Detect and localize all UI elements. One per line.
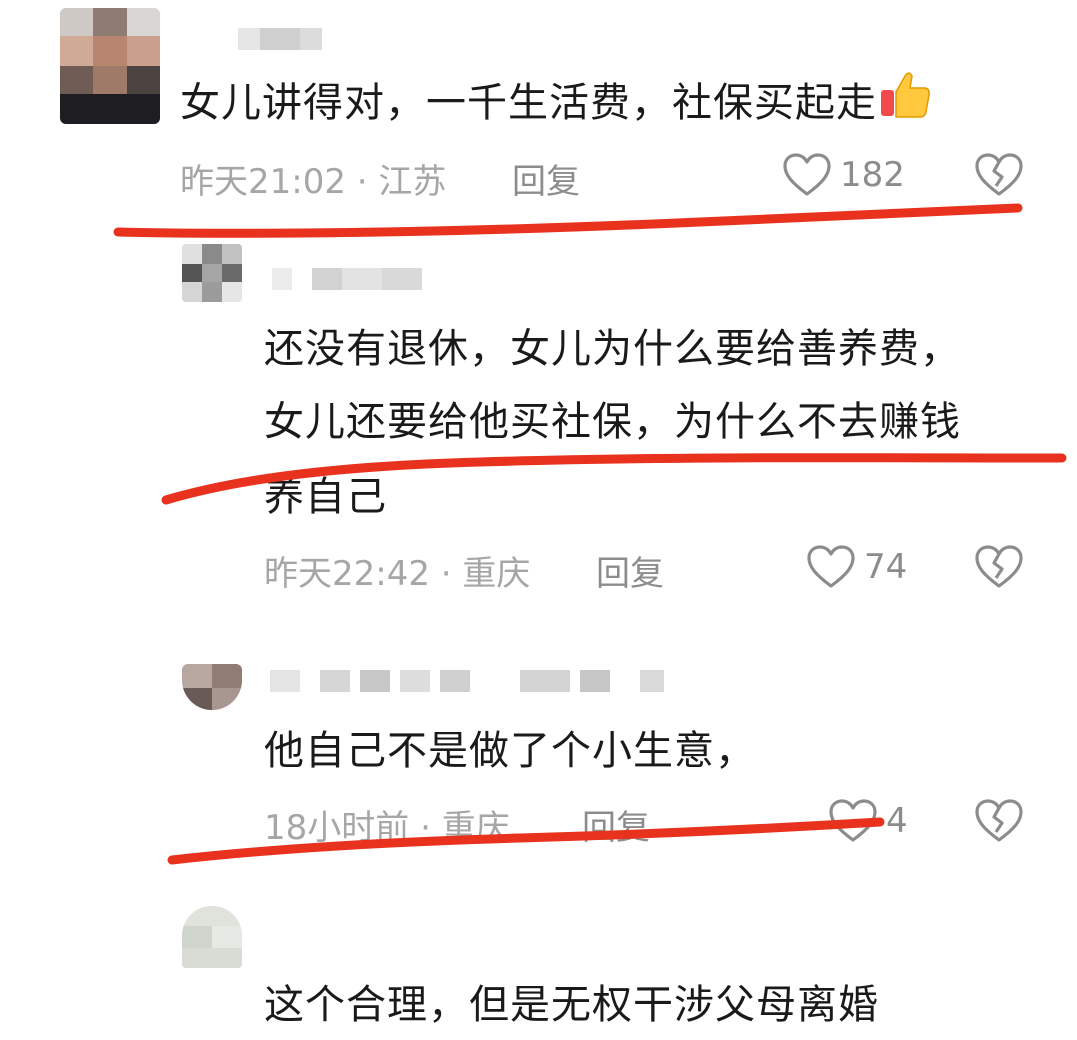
reply-button[interactable]: 回复 <box>596 546 664 595</box>
comment-text: 女儿讲得对，一千生活费，社保买起走 <box>180 68 931 142</box>
reply-button[interactable]: 回复 <box>582 800 650 849</box>
comment-text: 这个合理，但是无权干涉父母离婚 <box>264 982 879 1028</box>
comment-time: 昨天21:02 <box>180 162 346 202</box>
comment-text-line-1: 还没有退休，女儿为什么要给善养费， <box>264 326 961 372</box>
comment-meta: 昨天21:02 · 江苏 <box>180 154 446 203</box>
dislike-button[interactable] <box>974 152 1024 202</box>
comment-location: 江苏 <box>378 162 447 202</box>
reply-button[interactable]: 回复 <box>512 154 580 203</box>
heart-outline-icon <box>829 799 877 842</box>
comment-location: 重庆 <box>441 808 510 848</box>
like-button[interactable]: 74 <box>806 544 907 590</box>
username-blurred[interactable] <box>272 268 422 290</box>
heart-outline-icon <box>807 545 855 588</box>
comment-meta: 昨天22:42 · 重庆 <box>264 546 530 595</box>
red-underline-1 <box>113 203 1023 238</box>
broken-heart-icon <box>975 799 1023 842</box>
comment-meta: 18小时前 · 重庆 <box>264 800 510 849</box>
broken-heart-icon <box>975 545 1023 588</box>
like-button[interactable]: 182 <box>782 152 905 198</box>
dislike-button[interactable] <box>974 798 1024 848</box>
like-button[interactable]: 4 <box>828 798 908 844</box>
username-blurred[interactable] <box>238 28 328 50</box>
avatar[interactable] <box>182 906 242 968</box>
avatar[interactable] <box>182 244 242 302</box>
avatar[interactable] <box>182 664 242 710</box>
comment-text-line-2: 女儿还要给他买社保，为什么不去赚钱 <box>264 399 961 445</box>
meta-separator: · <box>356 162 368 202</box>
meta-separator: · <box>440 554 452 594</box>
comment-text: 他自己不是做了个小生意， <box>264 728 756 774</box>
like-count: 182 <box>840 155 905 195</box>
broken-heart-icon <box>975 153 1023 196</box>
like-count: 74 <box>864 547 908 587</box>
comment-text-line-3: 养自己 <box>264 474 387 520</box>
username-blurred[interactable] <box>270 670 670 692</box>
like-count: 4 <box>886 801 908 841</box>
comment-time: 18小时前 <box>264 808 410 848</box>
comment-time: 昨天22:42 <box>264 554 430 594</box>
avatar[interactable] <box>60 8 160 124</box>
thumbs-up-icon <box>879 68 931 142</box>
dislike-button[interactable] <box>974 544 1024 594</box>
comment-location: 重庆 <box>462 554 531 594</box>
meta-separator: · <box>420 808 431 848</box>
heart-outline-icon <box>783 153 831 196</box>
